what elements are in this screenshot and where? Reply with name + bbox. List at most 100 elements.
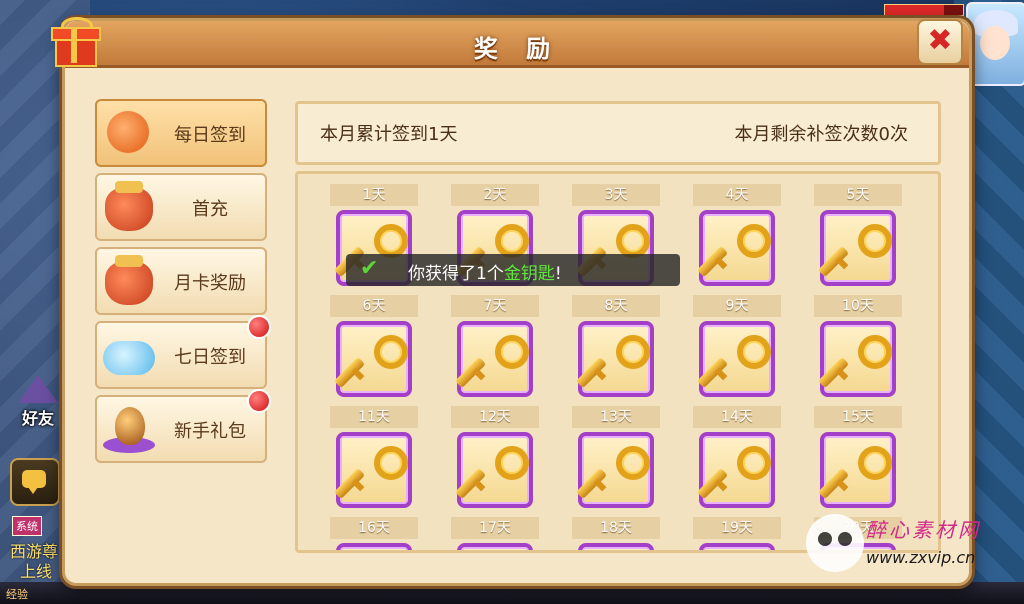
watermark-panda-icon	[806, 514, 864, 572]
reward-slot[interactable]	[817, 321, 896, 397]
day-label: 1天	[330, 184, 418, 206]
reward-slot[interactable]	[575, 321, 654, 397]
dialog-title-bar: 奖 励	[65, 21, 969, 68]
reward-slot[interactable]	[696, 432, 775, 508]
money-bag-icon	[101, 181, 157, 233]
avatar-face	[980, 26, 1010, 60]
money-bag-icon	[101, 255, 157, 307]
reward-slot[interactable]	[696, 321, 775, 397]
golden-key-icon	[817, 222, 892, 278]
day-label: 2天	[451, 184, 539, 206]
toast-text: 你获得了1个金钥匙!	[408, 264, 562, 284]
day-label: 5天	[814, 184, 902, 206]
check-icon: ✔	[360, 256, 379, 281]
tab-label: 首充	[192, 199, 228, 220]
day-cell: 17天	[451, 517, 541, 550]
golden-key-icon	[454, 333, 529, 389]
tab-label: 每日签到	[174, 125, 246, 146]
tab-monthly-card[interactable]: 月卡奖励	[95, 247, 267, 315]
day-cell: 16天	[330, 517, 420, 550]
close-button[interactable]: ✖	[917, 19, 963, 65]
day-label: 14天	[693, 406, 781, 428]
watermark-name: 醉心素材网	[866, 518, 981, 542]
day-label: 12天	[451, 406, 539, 428]
day-cell: 5天	[814, 184, 904, 292]
day-cell: 12天	[451, 406, 541, 514]
lantern-icon	[101, 107, 157, 159]
tab-label: 新手礼包	[174, 421, 246, 442]
day-label: 17天	[451, 517, 539, 539]
reward-dialog: 奖 励 ✖ 每日签到 首充 月卡奖励 七日签到 新手礼包 本月累计签到1天 本月…	[51, 17, 972, 586]
monthly-signin-count: 本月累计签到1天	[320, 124, 458, 145]
reward-slot[interactable]	[454, 321, 533, 397]
golden-key-icon	[333, 333, 408, 389]
day-label: 6天	[330, 295, 418, 317]
reward-toast: ✔ 你获得了1个金钥匙!	[346, 254, 680, 286]
golden-key-icon	[696, 222, 771, 278]
day-cell: 4天	[693, 184, 783, 292]
day-label: 4天	[693, 184, 781, 206]
system-message-line2: 上线	[20, 562, 53, 581]
notification-dot	[247, 315, 271, 339]
day-cell: 19天	[693, 517, 783, 550]
day-label: 15天	[814, 406, 902, 428]
hp-bar	[884, 4, 964, 16]
day-cell: 9天	[693, 295, 783, 403]
day-label: 9天	[693, 295, 781, 317]
tab-newbie-gift[interactable]: 新手礼包	[95, 389, 271, 463]
close-icon: ✖	[927, 23, 953, 58]
tab-label: 月卡奖励	[174, 273, 246, 294]
golden-key-icon	[696, 333, 771, 389]
gift-box-icon	[49, 17, 101, 67]
day-label: 7天	[451, 295, 539, 317]
day-cell: 18天	[572, 517, 662, 550]
day-label: 8天	[572, 295, 660, 317]
tab-daily-signin[interactable]: 每日签到	[95, 99, 267, 167]
friend-button[interactable]: 好友	[14, 375, 64, 431]
day-cell: 14天	[693, 406, 783, 514]
day-cell: 13天	[572, 406, 662, 514]
reward-slot[interactable]	[336, 543, 412, 550]
day-label: 13天	[572, 406, 660, 428]
player-avatar[interactable]	[966, 2, 1024, 86]
day-cell: 6天	[330, 295, 420, 403]
day-cell: 7天	[451, 295, 541, 403]
day-cell: 11天	[330, 406, 420, 514]
reward-slot[interactable]	[696, 210, 775, 286]
notification-dot	[247, 389, 271, 413]
day-cell: 8天	[572, 295, 662, 403]
system-badge: 系统	[12, 516, 42, 536]
day-cell: 10天	[814, 295, 904, 403]
reward-slot[interactable]	[454, 432, 533, 508]
watermark-url: www.zxvip.cn	[866, 548, 976, 567]
day-label: 19天	[693, 517, 781, 539]
remaining-makeup-count: 本月剩余补签次数0次	[734, 124, 908, 145]
exp-label: 经验	[6, 588, 28, 601]
day-label: 18天	[572, 517, 660, 539]
reward-slot[interactable]	[817, 432, 896, 508]
friend-hat-icon	[18, 375, 58, 403]
signin-grid: 1天 2天 3天 4天 5天 6天 7天 8天 9天 10天 11天 12天 13天 14天 15天 16天 1…	[295, 171, 941, 553]
tab-first-recharge[interactable]: 首充	[95, 173, 267, 241]
chat-button[interactable]	[10, 458, 60, 506]
reward-slot[interactable]	[457, 543, 533, 550]
day-label: 10天	[814, 295, 902, 317]
egg-gift-icon	[101, 403, 157, 455]
tab-seven-day-signin[interactable]: 七日签到	[95, 315, 271, 389]
golden-key-icon	[575, 333, 650, 389]
golden-key-icon	[575, 444, 650, 500]
signin-info-bar: 本月累计签到1天 本月剩余补签次数0次	[295, 101, 941, 165]
day-cell: 15天	[814, 406, 904, 514]
golden-key-icon	[333, 444, 408, 500]
reward-slot[interactable]	[699, 543, 775, 550]
reward-slot[interactable]	[333, 432, 412, 508]
reward-slot[interactable]	[578, 543, 654, 550]
hp-fill	[885, 5, 944, 15]
golden-key-icon	[817, 333, 892, 389]
chat-bubble-icon	[22, 470, 46, 494]
cloud-treasure-icon	[101, 329, 157, 381]
dialog-title: 奖 励	[473, 35, 561, 63]
reward-slot[interactable]	[333, 321, 412, 397]
reward-slot[interactable]	[575, 432, 654, 508]
reward-slot[interactable]	[817, 210, 896, 286]
